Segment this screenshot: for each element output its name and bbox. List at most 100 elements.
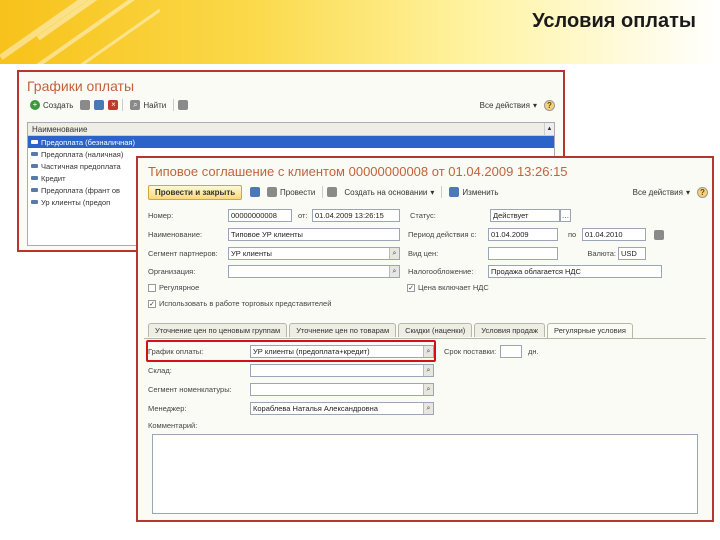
name-label: Наименование: bbox=[148, 230, 203, 239]
item-icon bbox=[31, 152, 38, 156]
window-title: Графики оплаты bbox=[27, 78, 135, 94]
status-label: Статус: bbox=[410, 211, 436, 220]
add-button-label: Создать bbox=[43, 100, 74, 110]
slide-title: Условия оплаты bbox=[532, 10, 696, 32]
name-field[interactable]: Типовое УР клиенты bbox=[228, 228, 400, 241]
manager-label: Менеджер: bbox=[148, 404, 187, 413]
comment-label: Комментарий: bbox=[148, 421, 198, 430]
item-icon bbox=[31, 200, 38, 204]
scroll-up-arrow[interactable]: ▲ bbox=[544, 123, 554, 135]
search-icon[interactable]: ⌕ bbox=[423, 365, 433, 376]
delete-icon[interactable]: × bbox=[108, 100, 119, 110]
post-icon bbox=[267, 187, 277, 197]
currency-field[interactable]: USD bbox=[618, 247, 646, 260]
item-icon bbox=[31, 176, 38, 180]
list-item-label: Предоплата (безналичная) bbox=[41, 137, 135, 147]
date-field[interactable]: 01.04.2009 13:26:15 bbox=[312, 209, 400, 222]
search-icon[interactable]: ⌕ bbox=[423, 384, 433, 395]
number-field[interactable]: 00000000008 bbox=[228, 209, 292, 222]
agreement-form-window: Типовое соглашение с клиентом 0000000000… bbox=[136, 156, 714, 522]
chevron-down-icon: ▾ bbox=[685, 187, 690, 197]
delivery-term-field[interactable] bbox=[500, 345, 522, 358]
toolbar-separator bbox=[322, 186, 324, 198]
warehouse-label: Склад: bbox=[148, 366, 172, 375]
period-to-field[interactable]: 01.04.2010 bbox=[582, 228, 646, 241]
tab-regular-terms[interactable]: Регулярные условия bbox=[547, 323, 633, 338]
list-item[interactable]: Предоплата (безналичная) bbox=[28, 136, 554, 148]
search-icon[interactable]: ⌕ bbox=[423, 403, 433, 414]
segment-field[interactable]: УР клиенты ⌕ bbox=[228, 247, 400, 260]
all-actions-label: Все действия bbox=[479, 100, 530, 110]
post-button-label: Провести bbox=[280, 187, 316, 197]
find-button[interactable]: ⌕ Найти bbox=[127, 98, 169, 112]
tab-discounts[interactable]: Скидки (наценки) bbox=[398, 323, 473, 337]
organization-field[interactable]: ⌕ bbox=[228, 265, 400, 278]
change-button-label: Изменить bbox=[462, 187, 499, 197]
nomenclature-segment-label: Сегмент номенклатуры: bbox=[148, 385, 232, 394]
add-button[interactable]: + Создать bbox=[27, 98, 76, 112]
payment-schedule-highlight bbox=[146, 340, 436, 362]
period-from-label: Период действия с: bbox=[408, 230, 477, 239]
item-icon bbox=[31, 164, 38, 168]
change-button[interactable]: Изменить bbox=[446, 185, 501, 199]
column-header-name[interactable]: Наименование bbox=[28, 123, 554, 136]
calendar-icon[interactable] bbox=[654, 229, 664, 240]
find-button-label: Найти bbox=[143, 100, 167, 110]
search-icon[interactable]: ⌕ bbox=[389, 266, 399, 277]
tab-price-products[interactable]: Уточнение цен по товарам bbox=[289, 323, 397, 337]
taxation-field[interactable]: Продажа облагается НДС bbox=[488, 265, 662, 278]
form-toolbar: Провести Создать на основании ▾ Изменить… bbox=[250, 185, 708, 199]
form-title: Типовое соглашение с клиентом 0000000000… bbox=[148, 164, 568, 179]
price-type-label: Вид цен: bbox=[408, 249, 439, 258]
chevron-down-icon: ▾ bbox=[532, 100, 537, 110]
help-icon[interactable]: ? bbox=[544, 99, 555, 111]
item-icon bbox=[31, 140, 38, 144]
help-icon[interactable]: ? bbox=[697, 186, 708, 198]
save-icon[interactable] bbox=[250, 187, 260, 197]
item-icon bbox=[31, 188, 38, 192]
slide-header: Условия оплаты bbox=[0, 0, 720, 64]
regular-checkbox[interactable] bbox=[148, 283, 156, 292]
number-label: Номер: bbox=[148, 211, 174, 220]
price-includes-vat-label: Цена включает НДС bbox=[418, 283, 489, 292]
cancel-search-icon[interactable] bbox=[178, 100, 189, 110]
segment-value: УР клиенты bbox=[231, 249, 272, 258]
tab-sales-terms[interactable]: Условия продаж bbox=[474, 323, 546, 337]
period-to-label: по bbox=[568, 230, 577, 239]
post-and-close-button[interactable]: Провести и закрыть bbox=[148, 185, 243, 200]
nomenclature-segment-field[interactable]: ⌕ bbox=[250, 383, 434, 396]
post-button[interactable]: Провести bbox=[264, 185, 318, 199]
trade-representatives-checkbox[interactable]: ✓ bbox=[148, 299, 156, 308]
list-item-label: Ур клиенты (предоп bbox=[41, 197, 111, 207]
toolbar-separator bbox=[122, 99, 124, 111]
tab-price-groups[interactable]: Уточнение цен по ценовым группам bbox=[148, 323, 288, 337]
list-item-label: Частичная предоплата bbox=[41, 161, 121, 171]
manager-field[interactable]: Кораблева Наталья Александровна ⌕ bbox=[250, 402, 434, 415]
warehouse-field[interactable]: ⌕ bbox=[250, 364, 434, 377]
regular-label: Регулярное bbox=[159, 283, 200, 292]
create-on-basis-label: Создать на основании bbox=[344, 187, 428, 197]
search-icon[interactable]: ⌕ bbox=[389, 248, 399, 259]
list-toolbar: + Создать × ⌕ Найти Все действия ▾ ? bbox=[27, 98, 555, 112]
plus-icon: + bbox=[30, 100, 40, 110]
list-icon[interactable] bbox=[327, 187, 338, 197]
price-includes-vat-checkbox[interactable]: ✓ bbox=[407, 283, 415, 292]
edit-icon[interactable] bbox=[94, 100, 105, 110]
period-from-field[interactable]: 01.04.2009 bbox=[488, 228, 558, 241]
toolbar-separator bbox=[441, 186, 443, 198]
status-field[interactable]: Действует bbox=[490, 209, 560, 222]
edit-icon bbox=[449, 187, 460, 197]
taxation-label: Налогообложение: bbox=[408, 267, 474, 276]
all-actions-menu[interactable]: Все действия ▾ bbox=[630, 186, 693, 199]
price-type-field[interactable] bbox=[488, 247, 558, 260]
copy-icon[interactable] bbox=[80, 100, 91, 110]
status-select-button[interactable]: … bbox=[560, 209, 571, 222]
comment-field[interactable] bbox=[152, 434, 698, 514]
delivery-term-unit: дн. bbox=[528, 347, 539, 356]
search-icon: ⌕ bbox=[130, 100, 141, 110]
list-item-label: Кредит bbox=[41, 173, 66, 183]
delivery-term-label: Срок поставки: bbox=[444, 347, 497, 356]
create-on-basis-menu[interactable]: Создать на основании ▾ bbox=[341, 186, 437, 199]
organization-label: Организация: bbox=[148, 267, 196, 276]
all-actions-menu[interactable]: Все действия ▾ bbox=[477, 99, 540, 112]
